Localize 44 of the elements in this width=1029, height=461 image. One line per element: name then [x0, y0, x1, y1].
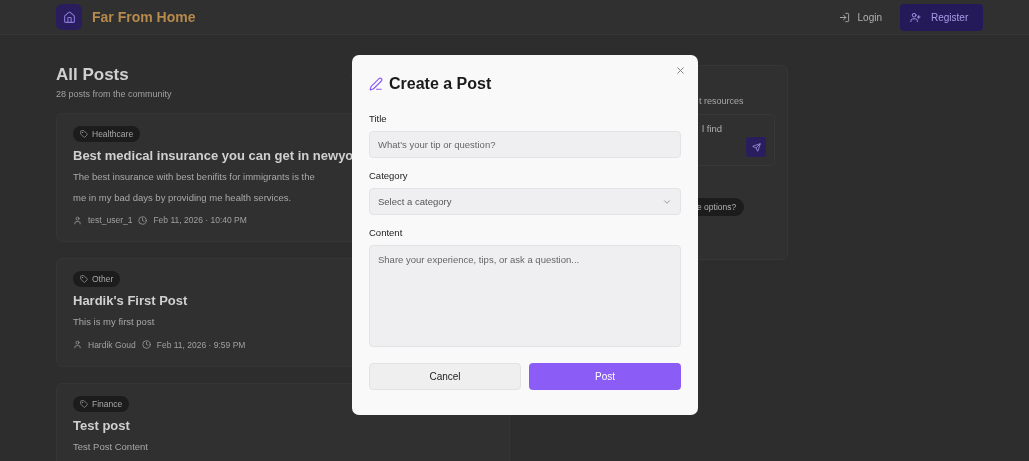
user-plus-icon	[910, 11, 921, 23]
cancel-button[interactable]: Cancel	[369, 363, 521, 390]
page-title: All Posts	[56, 65, 130, 85]
post-body: me in my bad days by providing me health services.	[73, 191, 292, 206]
content-textarea[interactable]: Share your experience, tips, or ask a question...	[369, 245, 681, 347]
home-icon	[56, 4, 82, 30]
tag-icon	[80, 399, 88, 408]
post-button[interactable]: Post	[529, 363, 681, 390]
send-icon	[751, 142, 761, 152]
category-tag: Healthcare	[73, 126, 141, 142]
login-link[interactable]: Login	[838, 11, 882, 23]
clock-icon	[138, 215, 148, 225]
login-icon	[838, 11, 850, 23]
field-label: Content	[369, 227, 404, 238]
category-tag: Other	[73, 271, 121, 288]
ask-text: l find	[702, 123, 723, 136]
pen-icon	[369, 77, 383, 91]
send-button[interactable]	[746, 137, 766, 157]
user-icon	[73, 340, 82, 350]
category-select[interactable]: Select a category	[369, 188, 681, 215]
field-label: Title	[369, 113, 388, 124]
category-tag: Finance	[73, 395, 130, 412]
close-icon[interactable]	[675, 65, 686, 76]
post-title: Hardik's First Post	[73, 293, 189, 309]
post-date: Feb 11, 2026 · 9:59 PM	[156, 339, 246, 350]
user-icon	[73, 215, 82, 225]
post-date: Feb 11, 2026 · 10:40 PM	[153, 215, 247, 226]
author-name: Hardik Goud	[88, 339, 136, 350]
title-input[interactable]: What's your tip or question?	[369, 131, 681, 158]
author-name: test_user_1	[88, 215, 133, 226]
post-body: The best insurance with best benifits for immigrants is the	[73, 170, 315, 184]
tag-icon	[80, 130, 88, 138]
sidebar-text: t resources	[699, 96, 745, 106]
field-label: Category	[369, 170, 409, 181]
clock-icon	[141, 340, 151, 350]
tag-icon	[80, 275, 88, 284]
post-count: 28 posts from the community	[56, 89, 172, 99]
post-body: This is my first post	[73, 315, 155, 330]
post-title: Best medical insurance you can get in newyo	[73, 148, 355, 163]
post-title: Test post	[73, 417, 131, 433]
brand-name: Far From Home	[92, 9, 196, 25]
register-button[interactable]: Register	[900, 3, 983, 31]
dialog-title: Create a Post	[389, 75, 492, 93]
post-body: Test Post Content	[73, 439, 148, 454]
